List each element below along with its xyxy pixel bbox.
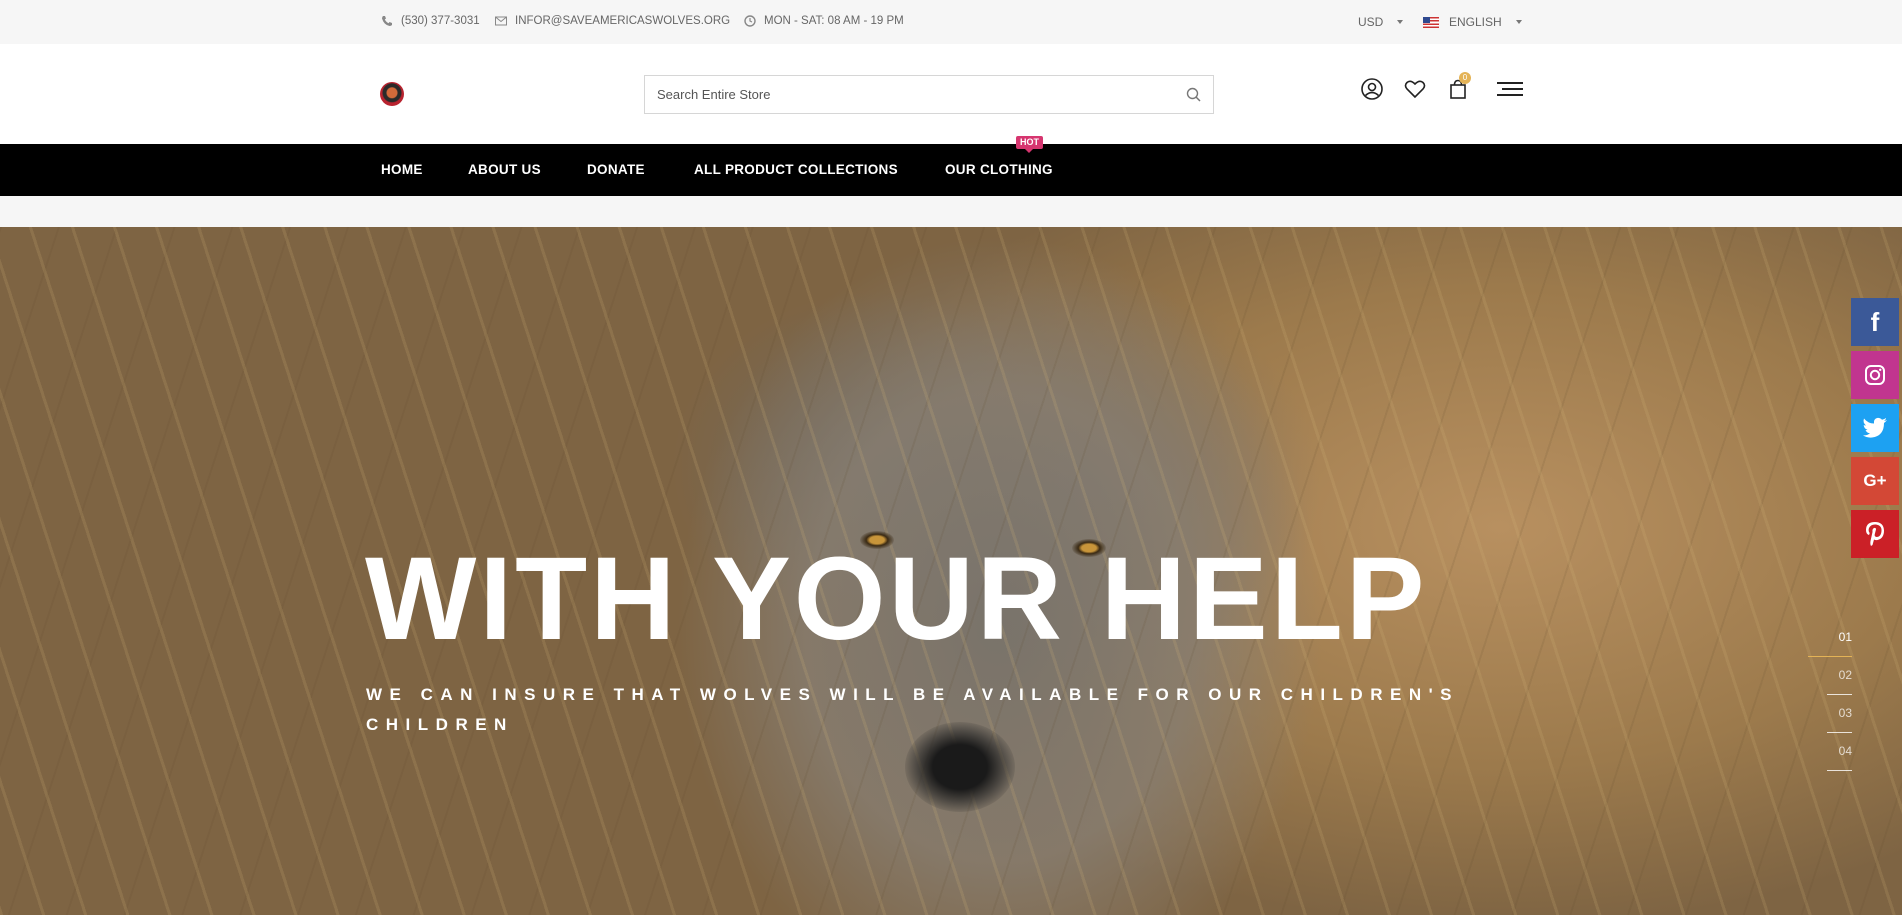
nav-item-our-clothing[interactable]: OUR CLOTHING	[945, 162, 1053, 177]
slide-pager-line	[1827, 694, 1852, 695]
facebook-share-button[interactable]: f	[1851, 298, 1899, 346]
user-account-icon[interactable]	[1360, 77, 1384, 101]
header: 0	[0, 44, 1902, 144]
active-slide-indicator	[1808, 656, 1852, 657]
envelope-icon	[495, 16, 507, 26]
chevron-down-icon	[1515, 20, 1522, 24]
top-bar: (530) 377-3031 INFOR@SAVEAMERICASWOLVES.…	[0, 0, 1902, 44]
language-value: ENGLISH	[1449, 15, 1502, 29]
language-select[interactable]: ENGLISH	[1423, 15, 1522, 29]
nav-item-about-us[interactable]: ABOUT US	[468, 162, 541, 177]
hot-badge: HOT	[1016, 136, 1043, 153]
slide-pager-1[interactable]: 01	[1839, 630, 1852, 644]
twitter-share-button[interactable]	[1851, 404, 1899, 452]
currency-select[interactable]: USD	[1358, 15, 1404, 29]
hero-slider: WITH YOUR HELP WE CAN INSURE THAT WOLVES…	[0, 227, 1902, 915]
phone-info: (530) 377-3031	[381, 15, 480, 27]
cart-count-badge: 0	[1459, 72, 1471, 84]
search-box	[644, 75, 1214, 114]
instagram-share-button[interactable]	[1851, 351, 1899, 399]
google-plus-share-button[interactable]: G+	[1851, 457, 1899, 505]
search-input[interactable]	[655, 76, 1155, 113]
nav-item-all-product-collections[interactable]: ALL PRODUCT COLLECTIONS	[694, 162, 898, 177]
email-text[interactable]: INFOR@SAVEAMERICASWOLVES.ORG	[515, 15, 730, 27]
hamburger-menu-icon[interactable]	[1496, 77, 1524, 101]
twitter-icon	[1862, 417, 1887, 438]
hours-text: MON - SAT: 08 AM - 19 PM	[764, 15, 904, 27]
phone-icon	[382, 16, 392, 26]
email-info[interactable]: INFOR@SAVEAMERICASWOLVES.ORG	[495, 15, 730, 27]
spacer-strip	[0, 196, 1902, 227]
pinterest-share-button[interactable]	[1851, 510, 1899, 558]
us-flag-icon	[1423, 16, 1439, 28]
slide-pager-4[interactable]: 04	[1839, 744, 1852, 758]
chevron-down-icon	[1397, 20, 1404, 24]
facebook-icon: f	[1870, 306, 1880, 337]
slide-pager-line	[1827, 732, 1852, 733]
site-logo[interactable]	[380, 82, 404, 106]
currency-value: USD	[1358, 15, 1384, 29]
hours-info: MON - SAT: 08 AM - 19 PM	[744, 15, 904, 27]
google-plus-icon: G+	[1863, 471, 1887, 490]
hero-title: WITH YOUR HELP	[365, 533, 1428, 665]
clock-icon	[744, 15, 756, 27]
search-icon[interactable]	[1185, 86, 1203, 104]
heart-icon[interactable]	[1403, 77, 1427, 101]
main-nav: HOME ABOUT US DONATE ALL PRODUCT COLLECT…	[0, 144, 1902, 196]
nav-item-home[interactable]: HOME	[381, 162, 423, 177]
hero-subtitle: WE CAN INSURE THAT WOLVES WILL BE AVAILA…	[366, 685, 1459, 734]
slide-pager-3[interactable]: 03	[1839, 706, 1852, 720]
phone-text: (530) 377-3031	[401, 15, 480, 27]
slide-pager-2[interactable]: 02	[1839, 668, 1852, 682]
pinterest-icon	[1866, 522, 1884, 546]
nav-item-donate[interactable]: DONATE	[587, 162, 645, 177]
slide-pager-line	[1827, 770, 1852, 771]
instagram-icon	[1865, 365, 1885, 385]
